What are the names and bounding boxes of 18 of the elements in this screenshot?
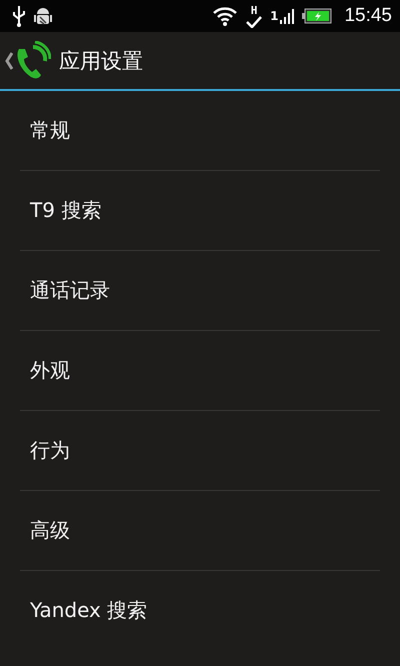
screen-title: 应用设置 bbox=[59, 48, 143, 74]
network-type-label: H bbox=[250, 4, 258, 16]
usb-icon bbox=[12, 5, 26, 27]
battery-icon bbox=[302, 8, 332, 24]
signal-icon bbox=[280, 8, 294, 24]
back-caret-icon bbox=[5, 52, 13, 70]
sim-slot-label: 1 bbox=[270, 9, 278, 23]
android-icon bbox=[34, 5, 52, 27]
clock-time: 15:45 bbox=[344, 5, 392, 27]
wifi-icon bbox=[212, 6, 238, 26]
settings-item[interactable]: 常规 bbox=[20, 91, 380, 170]
settings-item[interactable]: 行为 bbox=[20, 411, 380, 490]
check-icon bbox=[246, 16, 262, 28]
settings-item[interactable]: Yandex 搜索 bbox=[20, 571, 380, 650]
settings-item[interactable]: 通话记录 bbox=[20, 251, 380, 330]
settings-item[interactable]: 外观 bbox=[20, 331, 380, 410]
settings-item[interactable]: T9 搜索 bbox=[20, 171, 380, 250]
settings-item[interactable]: 高级 bbox=[20, 491, 380, 570]
